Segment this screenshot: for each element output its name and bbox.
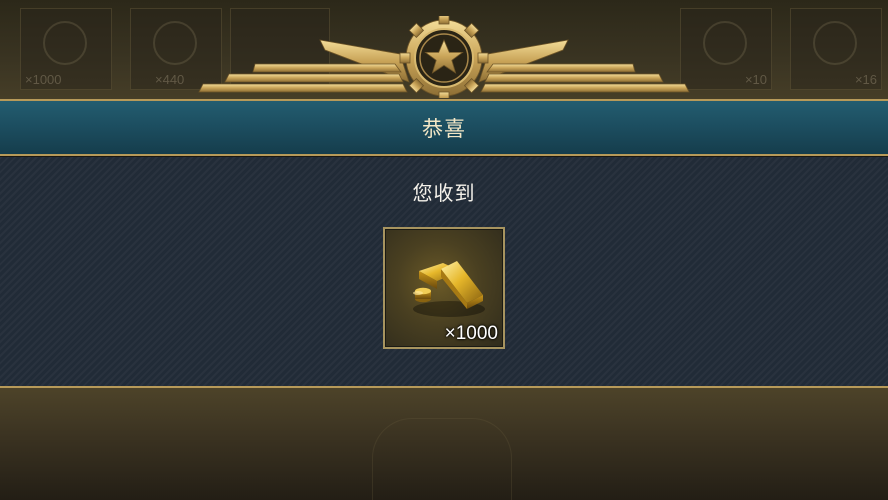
reward-item-card[interactable]: ×1000 (383, 227, 505, 349)
background-item-icon (43, 21, 87, 65)
background-item-tile: ×10 (680, 8, 772, 90)
background-item-qty: ×440 (155, 72, 185, 87)
background-item-icon (153, 21, 197, 65)
congratulations-banner: 恭喜 (0, 99, 888, 156)
background-item-tile: ×16 (790, 8, 882, 90)
star-gear-wings-emblem-icon (198, 16, 690, 98)
background-item-icon (703, 21, 747, 65)
background-item-qty: ×16 (854, 72, 877, 87)
reward-quantity: ×1000 (444, 323, 498, 344)
background-decoration (372, 418, 512, 500)
background-item-qty: ×10 (744, 72, 767, 87)
reward-panel: 您收到 ×1000 (0, 157, 888, 388)
background-item-qty: ×1000 (25, 72, 62, 87)
reward-subtitle: 您收到 (412, 181, 476, 205)
banner-title: 恭喜 (422, 116, 466, 141)
background-item-tile: ×1000 (20, 8, 112, 90)
background-item-icon (813, 21, 857, 65)
